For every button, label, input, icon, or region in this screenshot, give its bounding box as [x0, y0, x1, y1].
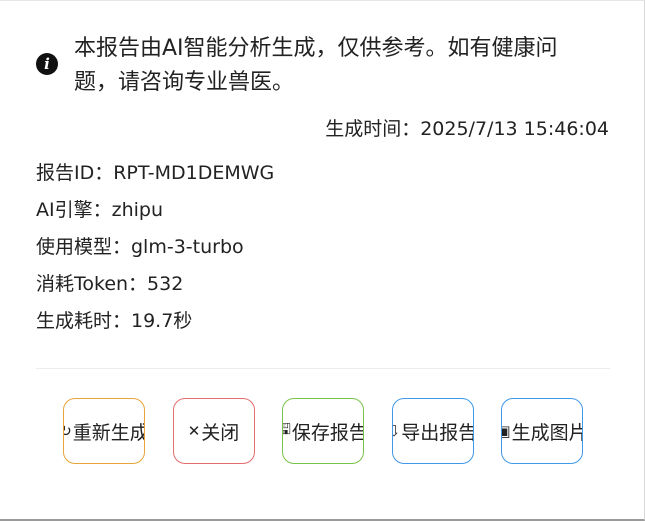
save-report-label: 保存报告	[291, 421, 364, 444]
report-meta: 报告ID：RPT-MD1DEMWG AI引擎：zhipu 使用模型：glm-3-…	[36, 155, 274, 340]
generate-image-button[interactable]: ▣ 生成图片	[501, 398, 583, 464]
action-bar: ↻ 重新生成 ✕ 关闭 🖫 保存报告 ⇩ 导出报告 ▣ 生成图片	[63, 398, 611, 464]
ai-engine: AI引擎：zhipu	[36, 199, 163, 221]
image-icon: ▣	[502, 422, 511, 440]
save-report-button[interactable]: 🖫 保存报告	[282, 398, 364, 464]
refresh-icon: ↻	[64, 422, 72, 440]
export-report-button[interactable]: ⇩ 导出报告	[391, 398, 474, 464]
export-icon: ⇩	[393, 422, 401, 440]
disclaimer-text: 本报告由AI智能分析生成，仅供参考。如有健康问题，请咨询专业兽医。	[74, 36, 558, 95]
token-usage: 消耗Token：532	[36, 273, 184, 295]
divider	[36, 368, 610, 369]
disclaimer-notice: i 本报告由AI智能分析生成，仅供参考。如有健康问题，请咨询专业兽医。	[36, 32, 596, 100]
close-icon: ✕	[187, 422, 201, 440]
save-icon: 🖫	[283, 419, 291, 444]
generate-image-label: 生成图片	[511, 421, 583, 444]
generated-time: 生成时间：2025/7/13 15:46:04	[325, 118, 609, 140]
model-name: 使用模型：glm-3-turbo	[36, 236, 244, 258]
close-label: 关闭	[201, 421, 240, 444]
close-button[interactable]: ✕ 关闭	[172, 398, 255, 464]
info-icon: i	[36, 53, 58, 75]
report-id: 报告ID：RPT-MD1DEMWG	[36, 162, 275, 184]
generation-duration: 生成耗时：19.7秒	[36, 310, 193, 332]
regenerate-button[interactable]: ↻ 重新生成	[63, 398, 145, 464]
export-report-label: 导出报告	[401, 421, 474, 444]
regenerate-label: 重新生成	[72, 421, 145, 444]
